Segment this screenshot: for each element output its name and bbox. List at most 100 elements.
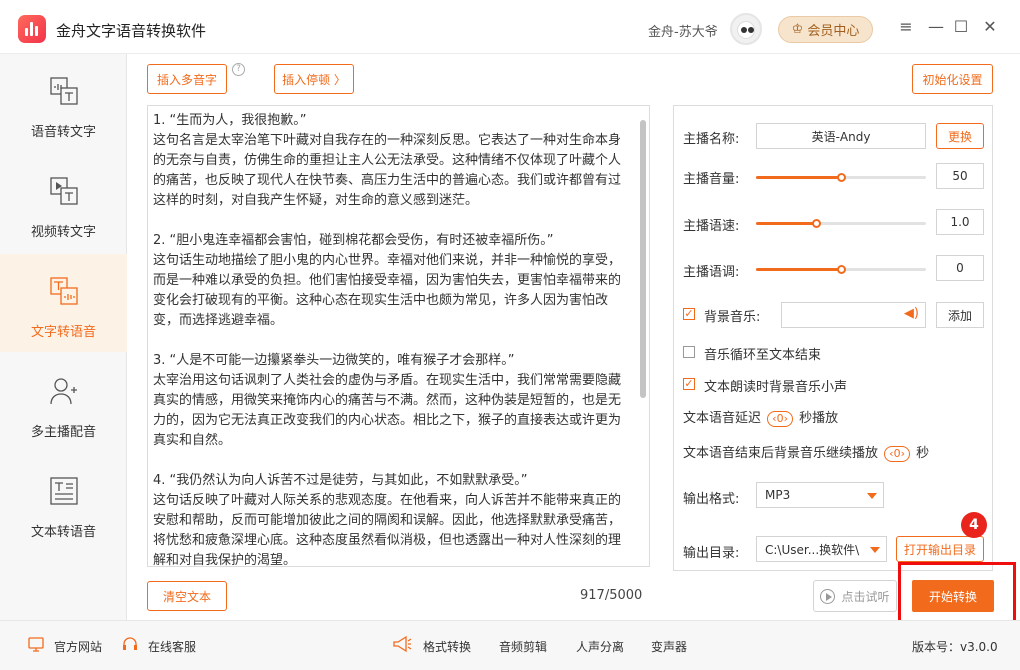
- app-title: 金舟文字语音转换软件: [56, 22, 207, 40]
- anchor-name-field[interactable]: 英语-Andy: [756, 123, 926, 149]
- open-output-dir-button[interactable]: 打开输出目录: [896, 536, 984, 562]
- add-bgm-button[interactable]: 添加: [936, 302, 984, 328]
- change-anchor-button[interactable]: 更换: [936, 123, 984, 149]
- monitor-icon: [28, 637, 44, 652]
- speaker-icon: ◀): [903, 306, 919, 321]
- speed-slider-fill: [756, 222, 816, 225]
- speed-label: 主播语速:: [683, 219, 740, 234]
- loop-label: 音乐循环至文本结束: [704, 348, 822, 363]
- help-icon[interactable]: ?: [232, 63, 245, 76]
- chevron-down-icon: [870, 547, 880, 553]
- close-icon[interactable]: ✕: [980, 17, 1000, 37]
- sidebar-item-label: 文字转语音: [30, 325, 96, 340]
- pitch-label: 主播语调:: [683, 265, 740, 280]
- pitch-slider[interactable]: [756, 265, 926, 274]
- format-convert-link[interactable]: 格式转换: [423, 638, 471, 655]
- format-value: MP3: [765, 488, 791, 502]
- duck-checkbox[interactable]: ✓: [683, 378, 695, 390]
- format-select[interactable]: MP3: [756, 482, 884, 508]
- speed-input[interactable]: 1.0: [936, 209, 984, 235]
- volume-label: 主播音量:: [683, 172, 740, 187]
- minimize-icon[interactable]: —: [926, 17, 946, 37]
- online-service-link[interactable]: 在线客服: [148, 638, 196, 655]
- sidebar-item-label: 多主播配音: [30, 425, 96, 440]
- speech-to-text-icon: [50, 77, 78, 105]
- clear-text-button[interactable]: 清空文本: [147, 581, 227, 611]
- reset-settings-button[interactable]: 初始化设置: [912, 64, 993, 94]
- text-editor[interactable]: 1. “生而为人，我很抱歉。” 这句名言是太宰治笔下叶藏对自我存在的一种深刻反思…: [147, 105, 650, 567]
- play-icon: [820, 588, 836, 604]
- delay-suffix: 秒播放: [799, 411, 839, 426]
- megaphone-icon: [393, 635, 412, 653]
- audio-edit-link[interactable]: 音频剪辑: [499, 638, 547, 655]
- delay-value: 0: [776, 412, 784, 425]
- start-convert-button[interactable]: 开始转换: [912, 580, 994, 612]
- pitch-slider-fill: [756, 268, 841, 271]
- volume-input[interactable]: 50: [936, 163, 984, 189]
- delay-prefix: 文本语音延迟: [683, 411, 762, 426]
- sidebar-item-multi-voice[interactable]: 多主播配音: [0, 354, 127, 452]
- voice-changer-link[interactable]: 变声器: [651, 638, 687, 655]
- output-dir-value: C:\User...换软件\: [765, 542, 860, 557]
- anchor-label: 主播名称:: [683, 132, 740, 147]
- chevron-down-icon: [867, 493, 877, 499]
- char-count: 917/5000: [580, 588, 643, 603]
- vip-center-button[interactable]: ♔ 会员中心: [778, 16, 873, 43]
- maximize-icon[interactable]: ☐: [951, 17, 971, 37]
- avatar[interactable]: [730, 13, 762, 45]
- voice-separate-link[interactable]: 人声分离: [576, 638, 624, 655]
- continue-suffix: 秒: [916, 446, 930, 461]
- continue-prefix: 文本语音结束后背景音乐继续播放: [683, 446, 879, 461]
- username: 金舟-苏大爷: [648, 25, 718, 40]
- sidebar-item-speech-to-text[interactable]: 语音转文字: [0, 54, 127, 152]
- speed-slider-knob[interactable]: [811, 219, 821, 228]
- continue-stepper[interactable]: ‹0›: [884, 446, 910, 462]
- crown-icon: ♔: [791, 22, 804, 37]
- headset-icon: [123, 637, 137, 650]
- insert-pause-button[interactable]: 插入停顿 〉: [274, 64, 354, 94]
- bgm-label: 背景音乐:: [704, 310, 761, 325]
- volume-slider[interactable]: [756, 173, 926, 182]
- app-logo-icon: [18, 15, 46, 43]
- sidebar: 语音转文字 视频转文字 文字转语音 多主播配音 文本转语音: [0, 54, 127, 620]
- output-dir-select[interactable]: C:\User...换软件\: [756, 536, 887, 562]
- trial-listen-button[interactable]: 点击试听: [813, 580, 897, 612]
- loop-checkbox[interactable]: [683, 346, 695, 358]
- duck-label: 文本朗读时背景音乐小声: [704, 380, 848, 395]
- footer: 官方网站 在线客服 格式转换 音频剪辑 人声分离 变声器 版本号：v3.0.0: [0, 620, 1020, 670]
- delay-setting: 文本语音延迟 ‹0› 秒播放: [683, 407, 838, 427]
- text-to-speech-icon: [50, 277, 78, 305]
- bgm-checkbox[interactable]: ✓: [683, 308, 695, 320]
- version-label: 版本号：v3.0.0: [912, 640, 998, 654]
- sidebar-item-label: 语音转文字: [30, 125, 96, 140]
- video-to-text-icon: [50, 177, 78, 205]
- sidebar-item-text-to-speech[interactable]: 文字转语音: [0, 254, 127, 352]
- menu-icon[interactable]: ≡: [896, 17, 916, 37]
- format-label: 输出格式:: [683, 492, 740, 507]
- document-to-speech-icon: [50, 477, 78, 505]
- speed-slider[interactable]: [756, 219, 926, 228]
- pitch-slider-knob[interactable]: [837, 265, 846, 274]
- vip-center-label: 会员中心: [807, 24, 860, 39]
- title-bar: 金舟文字语音转换软件 金舟-苏大爷 ♔ 会员中心 ≡ — ☐ ✕: [0, 0, 1020, 54]
- sidebar-item-label: 视频转文字: [30, 225, 96, 240]
- volume-slider-knob[interactable]: [837, 173, 846, 182]
- continue-setting: 文本语音结束后背景音乐继续播放 ‹0› 秒: [683, 442, 929, 462]
- sidebar-item-label: 文本转语音: [30, 525, 96, 540]
- dir-label: 输出目录:: [683, 546, 740, 561]
- editor-content[interactable]: 1. “生而为人，我很抱歉。” 这句名言是太宰治笔下叶藏对自我存在的一种深刻反思…: [153, 111, 633, 566]
- settings-panel: 主播名称: 英语-Andy 更换 主播音量: 50 主播语速: 1.0 主播语调…: [673, 105, 993, 571]
- multi-voice-icon: [50, 378, 77, 405]
- step-badge: 4: [961, 512, 987, 538]
- delay-stepper[interactable]: ‹0›: [767, 411, 793, 427]
- bgm-file-field[interactable]: ◀): [781, 302, 926, 328]
- sidebar-item-video-to-text[interactable]: 视频转文字: [0, 154, 127, 252]
- editor-scrollbar[interactable]: [640, 120, 646, 398]
- sidebar-item-document-to-speech[interactable]: 文本转语音: [0, 454, 127, 552]
- insert-polyphone-button[interactable]: 插入多音字: [147, 64, 227, 94]
- trial-listen-label: 点击试听: [841, 589, 890, 604]
- pitch-input[interactable]: 0: [936, 255, 984, 281]
- continue-value: 0: [893, 447, 901, 460]
- website-link[interactable]: 官方网站: [54, 638, 102, 655]
- volume-slider-fill: [756, 176, 841, 179]
